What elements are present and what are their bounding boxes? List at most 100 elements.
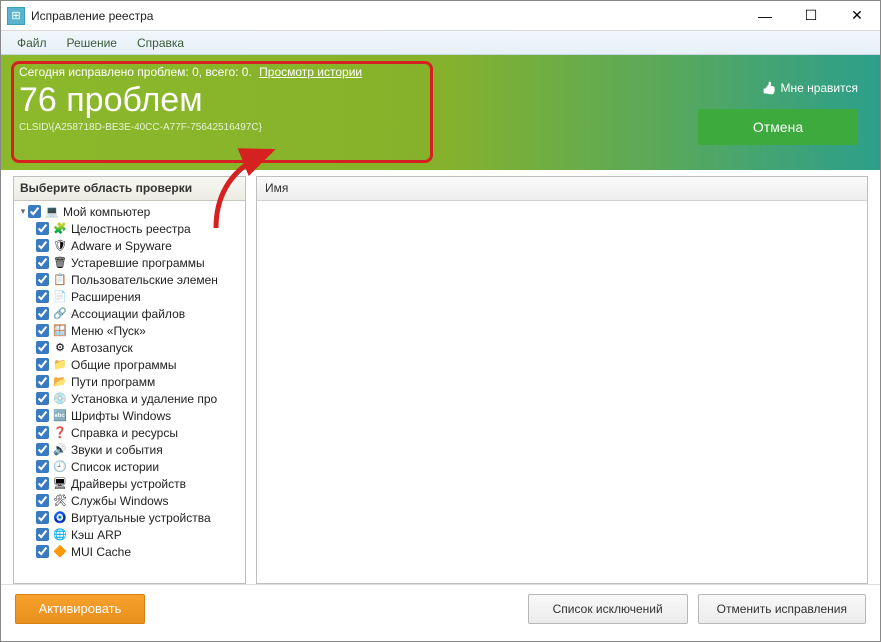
tree-item-icon: 🕘: [52, 460, 68, 474]
tree-item-icon: 📄: [52, 290, 68, 304]
scan-areas-panel: Выберите область проверки ▾💻Мой компьюте…: [13, 176, 246, 584]
cancel-button[interactable]: Отмена: [698, 109, 858, 145]
tree-item-18[interactable]: 🌐Кэш ARP: [16, 526, 245, 543]
exclusions-button[interactable]: Список исключений: [528, 594, 688, 624]
tree-checkbox[interactable]: [36, 392, 49, 405]
tree-checkbox[interactable]: [36, 307, 49, 320]
tree-checkbox[interactable]: [36, 443, 49, 456]
tree-item-label: Ассоциации файлов: [71, 307, 185, 321]
tree-item-label: Пользовательские элемен: [71, 273, 218, 287]
tree-item-label: Список истории: [71, 460, 159, 474]
tree-item-17[interactable]: 🧿Виртуальные устройства: [16, 509, 245, 526]
tree-item-13[interactable]: 🔊Звуки и события: [16, 441, 245, 458]
scan-areas-tree[interactable]: ▾💻Мой компьютер🧩Целостность реестра🛡Adwa…: [14, 201, 245, 583]
tree-checkbox[interactable]: [36, 528, 49, 541]
tree-item-label: Меню «Пуск»: [71, 324, 146, 338]
tree-item-label: Установка и удаление про: [71, 392, 217, 406]
tree-item-7[interactable]: ⚙Автозапуск: [16, 339, 245, 356]
tree-item-icon: 📂: [52, 375, 68, 389]
maximize-button[interactable]: ☐: [788, 1, 834, 31]
tree-item-15[interactable]: 🖥Драйверы устройств: [16, 475, 245, 492]
tree-item-icon: 🔊: [52, 443, 68, 457]
tree-checkbox[interactable]: [36, 290, 49, 303]
tree-item-icon: 📋: [52, 273, 68, 287]
tree-item-icon: 🛡: [52, 239, 68, 253]
tree-checkbox[interactable]: [36, 409, 49, 422]
tree-item-5[interactable]: 🔗Ассоциации файлов: [16, 305, 245, 322]
tree-item-label: Кэш ARP: [71, 528, 122, 542]
tree-checkbox[interactable]: [36, 511, 49, 524]
tree-item-19[interactable]: 🔶MUI Cache: [16, 543, 245, 560]
tree-item-label: Справка и ресурсы: [71, 426, 178, 440]
tree-item-icon: 🪟: [52, 324, 68, 338]
tree-item-label: Драйверы устройств: [71, 477, 186, 491]
tree-item-label: Мой компьютер: [63, 205, 150, 219]
tree-item-10[interactable]: 💿Установка и удаление про: [16, 390, 245, 407]
tree-item-icon: 🔶: [52, 545, 68, 559]
tree-checkbox[interactable]: [36, 273, 49, 286]
main-area: Выберите область проверки ▾💻Мой компьюте…: [1, 170, 880, 584]
history-link[interactable]: Просмотр истории: [259, 65, 362, 79]
tree-checkbox[interactable]: [36, 545, 49, 558]
tree-item-label: Целостность реестра: [71, 222, 191, 236]
tree-checkbox[interactable]: [36, 426, 49, 439]
tree-item-icon: 🔤: [52, 409, 68, 423]
tree-checkbox[interactable]: [36, 460, 49, 473]
tree-item-icon: 📁: [52, 358, 68, 372]
tree-checkbox[interactable]: [36, 375, 49, 388]
tree-item-14[interactable]: 🕘Список истории: [16, 458, 245, 475]
tree-checkbox[interactable]: [36, 222, 49, 235]
tree-checkbox[interactable]: [36, 324, 49, 337]
results-list: [257, 201, 867, 583]
tree-checkbox[interactable]: [28, 205, 41, 218]
tree-checkbox[interactable]: [36, 239, 49, 252]
stats-line: Сегодня исправлено проблем: 0, всего: 0.…: [19, 65, 652, 79]
menu-solution[interactable]: Решение: [57, 33, 127, 53]
tree-item-label: Службы Windows: [71, 494, 168, 508]
tree-item-icon: 🧿: [52, 511, 68, 525]
tree-item-2[interactable]: 🗑Устаревшие программы: [16, 254, 245, 271]
results-panel: Имя: [256, 176, 868, 584]
tree-item-3[interactable]: 📋Пользовательские элемен: [16, 271, 245, 288]
problem-count: 76 проблем: [19, 81, 652, 120]
tree-item-icon: 🔗: [52, 307, 68, 321]
close-button[interactable]: ✕: [834, 1, 880, 31]
menu-file[interactable]: Файл: [7, 33, 57, 53]
tree-item-11[interactable]: 🔤Шрифты Windows: [16, 407, 245, 424]
tree-item-icon: 🛠: [52, 494, 68, 508]
minimize-button[interactable]: —: [742, 1, 788, 31]
tree-checkbox[interactable]: [36, 341, 49, 354]
window-title: Исправление реестра: [31, 9, 742, 23]
tree-item-icon: ❓: [52, 426, 68, 440]
tree-item-1[interactable]: 🛡Adware и Spyware: [16, 237, 245, 254]
tree-item-icon: ⚙: [52, 341, 68, 355]
annotation-arrow: [211, 143, 301, 233]
tree-item-icon: 💿: [52, 392, 68, 406]
titlebar: Исправление реестра — ☐ ✕: [1, 1, 880, 31]
tree-item-label: Автозапуск: [71, 341, 133, 355]
tree-checkbox[interactable]: [36, 358, 49, 371]
tree-checkbox[interactable]: [36, 494, 49, 507]
tree-item-label: Шрифты Windows: [71, 409, 171, 423]
tree-checkbox[interactable]: [36, 477, 49, 490]
tree-item-label: Виртуальные устройства: [71, 511, 211, 525]
bottom-bar: Активировать Список исключений Отменить …: [1, 584, 880, 632]
tree-item-icon: 💻: [44, 205, 60, 219]
tree-item-12[interactable]: ❓Справка и ресурсы: [16, 424, 245, 441]
like-button[interactable]: Мне нравится: [762, 81, 859, 95]
window-controls: — ☐ ✕: [742, 1, 880, 31]
menu-help[interactable]: Справка: [127, 33, 194, 53]
current-item-path: CLSID\{A258718D-BE3E-40CC-A77F-756425164…: [19, 122, 419, 133]
tree-item-9[interactable]: 📂Пути программ: [16, 373, 245, 390]
activate-button[interactable]: Активировать: [15, 594, 145, 624]
tree-checkbox[interactable]: [36, 256, 49, 269]
undo-fixes-button[interactable]: Отменить исправления: [698, 594, 866, 624]
tree-item-4[interactable]: 📄Расширения: [16, 288, 245, 305]
tree-item-6[interactable]: 🪟Меню «Пуск»: [16, 322, 245, 339]
tree-item-16[interactable]: 🛠Службы Windows: [16, 492, 245, 509]
tree-item-label: Расширения: [71, 290, 141, 304]
tree-item-8[interactable]: 📁Общие программы: [16, 356, 245, 373]
tree-item-label: Звуки и события: [71, 443, 163, 457]
tree-item-icon: 🌐: [52, 528, 68, 542]
tree-item-label: MUI Cache: [71, 545, 131, 559]
